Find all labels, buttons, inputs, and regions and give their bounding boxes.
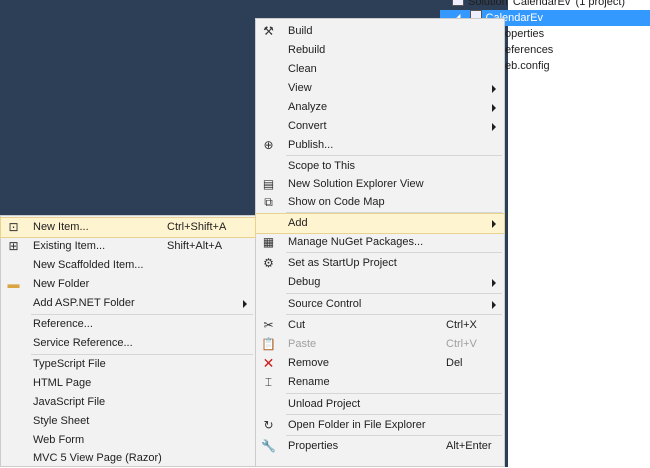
new-view-icon: ▤ xyxy=(262,177,275,191)
submenu-style-sheet[interactable]: Style Sheet xyxy=(1,412,255,431)
submenu-new-scaffolded-item[interactable]: New Scaffolded Item... xyxy=(1,256,255,275)
menu-publish[interactable]: ⊕ Publish... xyxy=(256,136,504,155)
menu-view[interactable]: View xyxy=(256,79,504,98)
nuget-icon: ▦ xyxy=(262,235,275,249)
gear-icon: ⚙ xyxy=(263,256,274,270)
menu-analyze[interactable]: Analyze xyxy=(256,98,504,117)
menu-remove[interactable]: ✕ Remove Del xyxy=(256,354,504,373)
menu-open-folder[interactable]: ↻ Open Folder in File Explorer xyxy=(256,416,504,435)
menu-separator xyxy=(286,414,502,415)
submenu-typescript-file[interactable]: TypeScript File xyxy=(1,355,255,374)
menu-set-startup[interactable]: ⚙ Set as StartUp Project xyxy=(256,254,504,273)
tree-item-web-config[interactable]: eb.config xyxy=(505,58,550,74)
submenu-web-form[interactable]: Web Form xyxy=(1,431,255,450)
menu-properties[interactable]: 🔧 Properties Alt+Enter xyxy=(256,437,504,456)
scissors-icon: ✂ xyxy=(263,318,274,332)
submenu-arrow-icon xyxy=(492,123,496,131)
menu-separator xyxy=(286,212,502,213)
solution-icon xyxy=(452,0,464,6)
menu-separator xyxy=(286,155,502,156)
menu-paste: 📋 Paste Ctrl+V xyxy=(261,337,477,351)
menu-add[interactable]: Add xyxy=(255,213,505,234)
submenu-arrow-icon xyxy=(243,300,247,308)
submenu-add-aspnet-folder[interactable]: Add ASP.NET Folder xyxy=(1,294,255,313)
menu-show-on-code-map[interactable]: ⧉ Show on Code Map xyxy=(256,193,504,212)
wrench-icon: 🔧 xyxy=(261,439,276,453)
publish-icon: ⊕ xyxy=(263,138,274,152)
menu-source-control[interactable]: Source Control xyxy=(256,295,504,314)
project-context-menu: ⚒ Build Rebuild Clean View Analyze Conver… xyxy=(255,18,505,467)
submenu-mvc5-view-page[interactable]: MVC 5 View Page (Razor) xyxy=(1,449,255,468)
submenu-new-folder[interactable]: ▬ New Folder xyxy=(1,275,255,294)
menu-separator xyxy=(286,314,502,315)
submenu-arrow-icon xyxy=(492,301,496,309)
menu-rename[interactable]: ⌶ Rename xyxy=(256,373,504,392)
open-folder-arrow-icon: ↻ xyxy=(263,418,274,432)
folder-icon: ▬ xyxy=(7,277,20,291)
tree-item-properties[interactable]: operties xyxy=(505,26,544,42)
solution-label: Solution 'CalendarEv' (1 project) xyxy=(468,0,626,8)
build-icon: ⚒ xyxy=(263,24,274,38)
existing-item-icon: ⊞ xyxy=(8,239,19,253)
paste-icon: 📋 xyxy=(261,337,276,351)
menu-manage-nuget[interactable]: ▦ Manage NuGet Packages... xyxy=(256,233,504,252)
remove-x-icon: ✕ xyxy=(262,355,275,371)
add-submenu: ⊡ New Item... Ctrl+Shift+A ⊞ Existing Item.… xyxy=(0,215,256,467)
tree-item-references[interactable]: eferences xyxy=(505,42,553,58)
submenu-reference[interactable]: Reference... xyxy=(1,315,255,334)
rename-icon: ⌶ xyxy=(264,375,273,389)
submenu-html-page[interactable]: HTML Page xyxy=(1,374,255,393)
menu-separator xyxy=(286,293,502,294)
submenu-arrow-icon xyxy=(492,85,496,93)
submenu-arrow-icon xyxy=(492,104,496,112)
menu-clean[interactable]: Clean xyxy=(256,60,504,79)
menu-cut[interactable]: ✂ Cut Ctrl+X xyxy=(256,316,504,335)
menu-scope-to-this[interactable]: Scope to This xyxy=(256,157,504,176)
menu-new-solution-explorer-view[interactable]: ▤ New Solution Explorer View xyxy=(256,175,504,194)
menu-debug[interactable]: Debug xyxy=(256,273,504,292)
menu-unload-project[interactable]: Unload Project xyxy=(256,395,504,414)
code-map-icon: ⧉ xyxy=(264,195,273,209)
submenu-new-item[interactable]: ⊡ New Item... Ctrl+Shift+A xyxy=(0,217,256,238)
solution-node[interactable]: Solution 'CalendarEv' (1 project) xyxy=(452,0,625,10)
menu-separator xyxy=(286,393,502,394)
menu-separator xyxy=(286,435,502,436)
menu-rebuild[interactable]: Rebuild xyxy=(256,41,504,60)
submenu-service-reference[interactable]: Service Reference... xyxy=(1,334,255,353)
new-item-icon: ⊡ xyxy=(8,220,19,234)
menu-separator xyxy=(286,252,502,253)
menu-build[interactable]: ⚒ Build xyxy=(256,22,504,41)
menu-convert[interactable]: Convert xyxy=(256,117,504,136)
submenu-existing-item[interactable]: ⊞ Existing Item... Shift+Alt+A xyxy=(1,237,255,256)
submenu-arrow-icon xyxy=(492,220,496,228)
submenu-arrow-icon xyxy=(492,279,496,287)
submenu-javascript-file[interactable]: JavaScript File xyxy=(1,393,255,412)
